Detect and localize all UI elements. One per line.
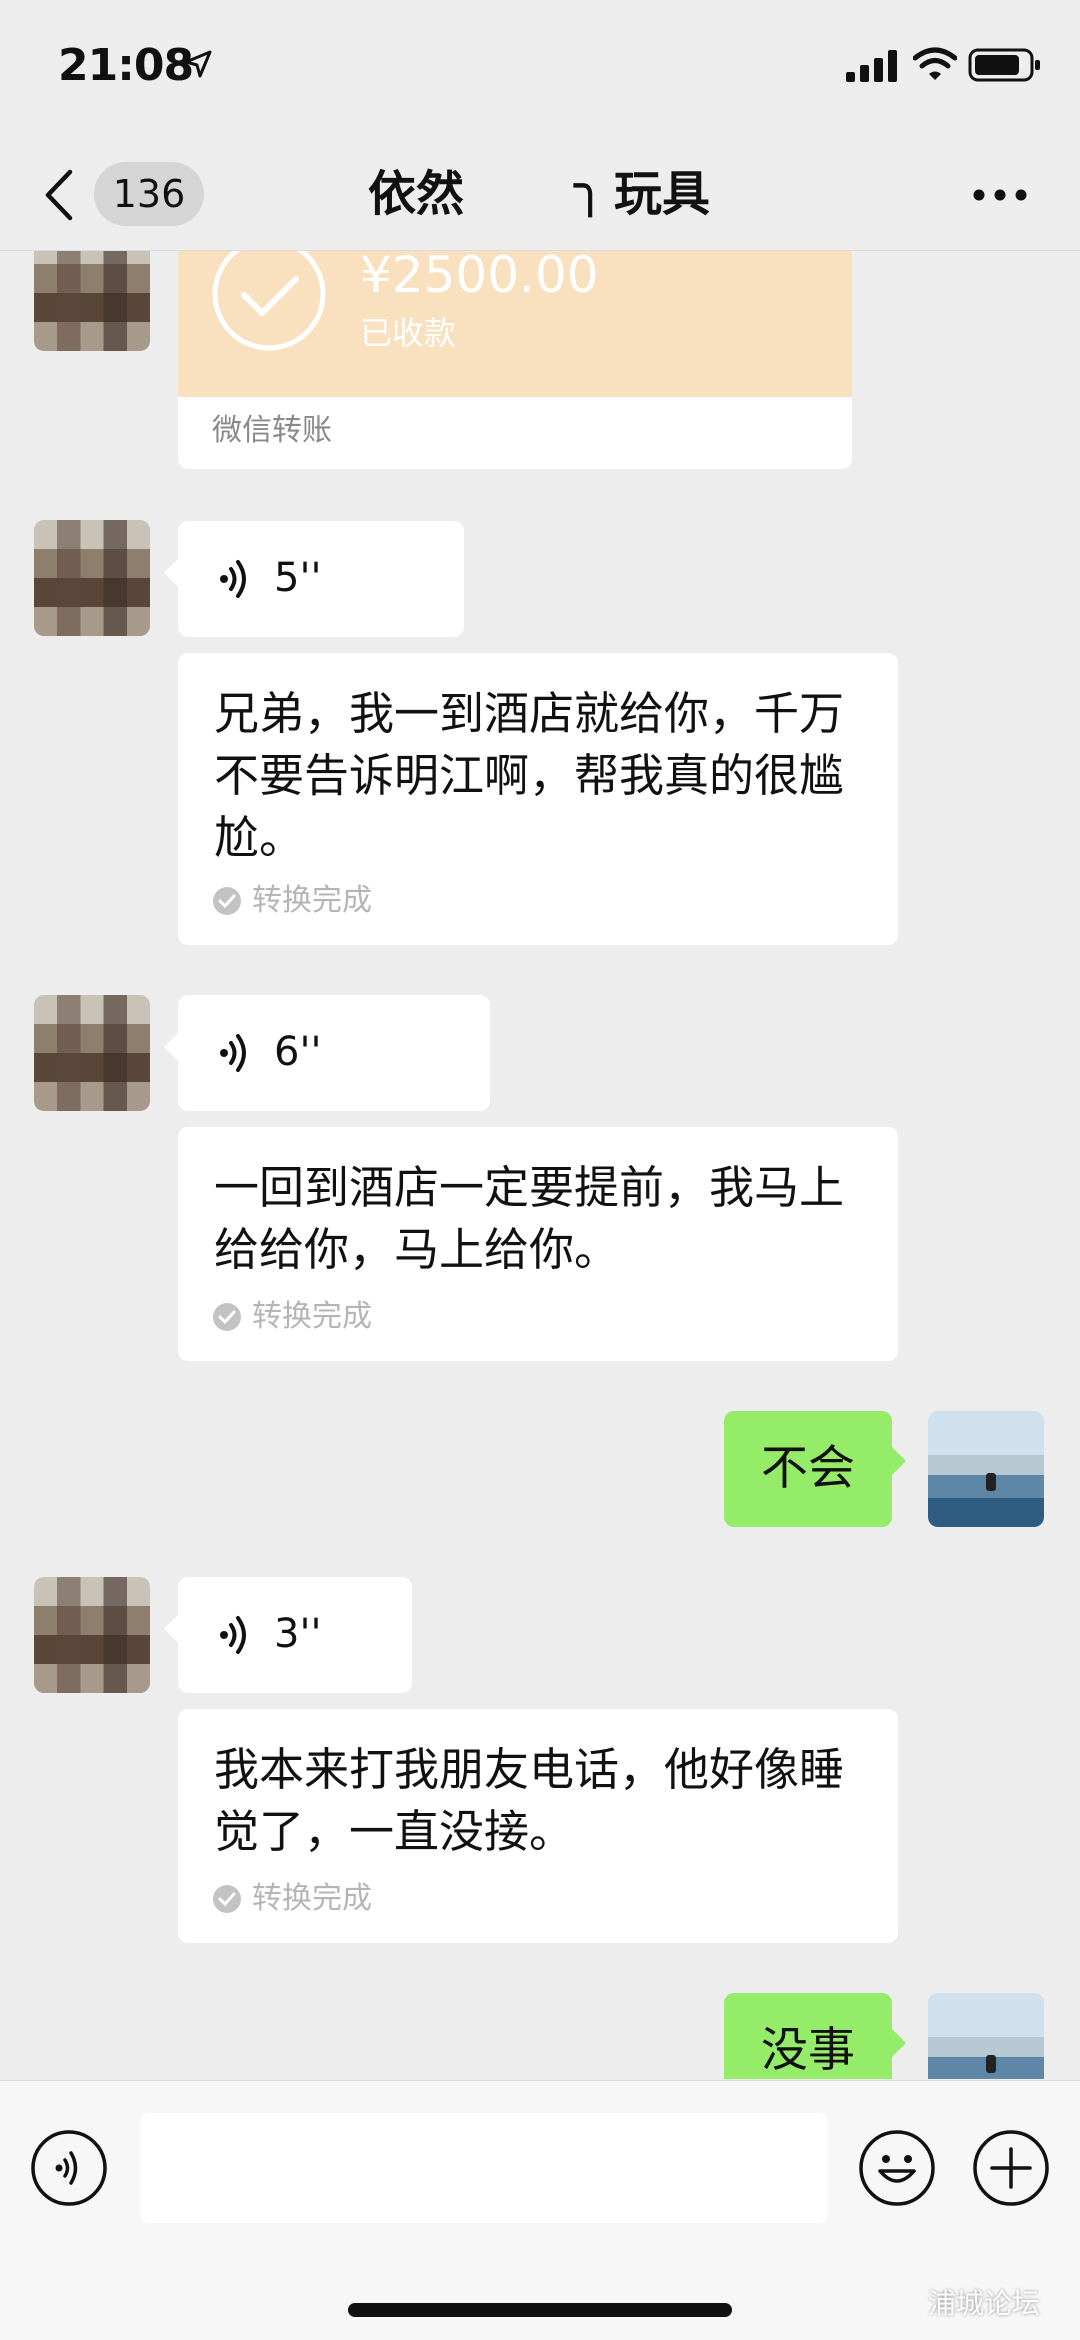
outgoing-text-bubble[interactable]: 没事 bbox=[724, 1993, 906, 2079]
transfer-amount: ¥2500.00 bbox=[360, 251, 599, 304]
input-bar bbox=[0, 2080, 1080, 2340]
emoji-icon[interactable] bbox=[858, 2129, 936, 2207]
location-arrow-icon bbox=[184, 50, 212, 78]
contact-avatar[interactable] bbox=[34, 520, 150, 636]
transcript-status: 转换完成 bbox=[212, 881, 372, 921]
voice-duration: 5'' bbox=[274, 555, 322, 601]
received-check-icon bbox=[212, 251, 326, 351]
voice-message-bubble[interactable]: 6'' bbox=[164, 995, 490, 1111]
check-circle-icon bbox=[213, 1303, 241, 1331]
voice-message-bubble[interactable]: 5'' bbox=[164, 521, 464, 637]
voice-wave-icon bbox=[220, 560, 246, 598]
transcript-text: 兄弟，我一到酒店就给你，千万不要告诉明江啊，帮我真的很尴尬。 bbox=[214, 687, 845, 864]
voice-input-icon[interactable] bbox=[30, 2129, 108, 2207]
voice-wave-icon bbox=[220, 1034, 246, 1072]
watermark-text: 浦城论坛 bbox=[928, 2287, 1041, 2320]
transfer-card-header: ¥2500.00 已收款 bbox=[178, 251, 852, 397]
contact-avatar[interactable] bbox=[34, 995, 150, 1111]
wifi-icon bbox=[913, 47, 957, 80]
my-avatar[interactable] bbox=[928, 1411, 1044, 1527]
voice-transcript[interactable]: 一回到酒店一定要提前，我马上给给你，马上给你。 转换完成 bbox=[178, 1127, 898, 1361]
transcript-status-text: 转换完成 bbox=[252, 883, 372, 918]
contact-avatar[interactable] bbox=[34, 1577, 150, 1693]
chat-header: 136 依然 ╮ 玩具 bbox=[0, 140, 1080, 251]
transcript-text: 我本来打我朋友电话，他好像睡觉了，一直没接。 bbox=[214, 1743, 845, 1858]
chat-title-name: 依然 bbox=[368, 166, 465, 222]
my-avatar[interactable] bbox=[928, 1993, 1044, 2079]
cellular-signal-icon bbox=[846, 50, 897, 82]
chat-title-suffix: 玩具 bbox=[614, 166, 711, 222]
transcript-status-text: 转换完成 bbox=[252, 1299, 372, 1334]
contact-avatar[interactable] bbox=[34, 251, 150, 351]
chat-title-mark: ╮ bbox=[574, 154, 607, 217]
check-circle-icon bbox=[213, 1885, 241, 1913]
voice-transcript[interactable]: 我本来打我朋友电话，他好像睡觉了，一直没接。 转换完成 bbox=[178, 1709, 898, 1943]
wechat-transfer-card[interactable]: ¥2500.00 已收款 微信转账 bbox=[178, 251, 852, 469]
voice-wave-icon bbox=[220, 1616, 246, 1654]
outgoing-text: 没事 bbox=[761, 2023, 855, 2078]
voice-message-bubble[interactable]: 3'' bbox=[164, 1577, 412, 1693]
battery-icon bbox=[968, 48, 1040, 82]
status-time: 21:08 bbox=[58, 40, 194, 91]
plus-icon[interactable] bbox=[972, 2129, 1050, 2207]
unread-count-badge[interactable]: 136 bbox=[94, 162, 204, 226]
message-input[interactable] bbox=[140, 2113, 828, 2223]
voice-duration: 6'' bbox=[274, 1029, 322, 1075]
back-chevron-icon[interactable] bbox=[44, 168, 74, 222]
transfer-label: 微信转账 bbox=[212, 413, 332, 448]
outgoing-text-bubble[interactable]: 不会 bbox=[724, 1411, 906, 1527]
home-indicator[interactable] bbox=[348, 2303, 732, 2317]
transcript-status-text: 转换完成 bbox=[252, 1881, 372, 1916]
check-circle-icon bbox=[213, 887, 241, 915]
status-bar: 21:08 bbox=[0, 0, 1080, 140]
transcript-status: 转换完成 bbox=[212, 1879, 372, 1919]
outgoing-text: 不会 bbox=[761, 1441, 855, 1496]
transfer-status: 已收款 bbox=[360, 314, 457, 352]
voice-transcript[interactable]: 兄弟，我一到酒店就给你，千万不要告诉明江啊，帮我真的很尴尬。 转换完成 bbox=[178, 653, 898, 945]
transcript-status: 转换完成 bbox=[212, 1297, 372, 1337]
voice-duration: 3'' bbox=[274, 1611, 322, 1657]
transcript-text: 一回到酒店一定要提前，我马上给给你，马上给你。 bbox=[214, 1161, 845, 1276]
more-options-icon[interactable] bbox=[972, 188, 1028, 202]
message-list[interactable]: ¥2500.00 已收款 微信转账 5'' 兄弟，我一到酒店就给你，千万不要告诉… bbox=[0, 251, 1080, 2079]
